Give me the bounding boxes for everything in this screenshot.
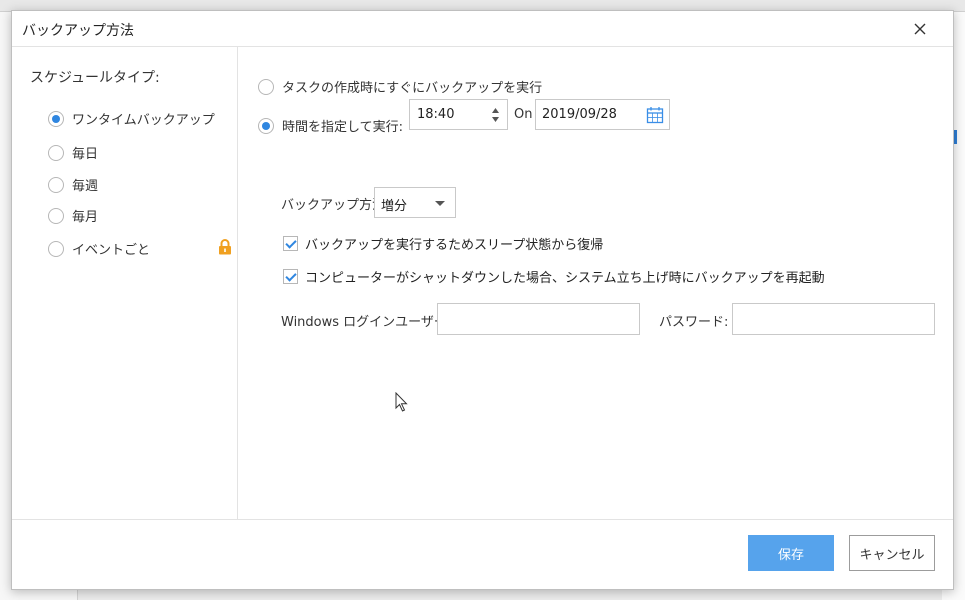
mouse-pointer-icon: [395, 392, 408, 412]
run-immediately-option[interactable]: タスクの作成時にすぐにバックアップを実行: [258, 77, 542, 96]
schedule-option-monthly[interactable]: 毎月: [48, 206, 98, 225]
lock-icon: [219, 239, 231, 255]
dialog-titlebar: バックアップ方法: [12, 11, 953, 47]
run-immediately-label: タスクの作成時にすぐにバックアップを実行: [282, 81, 543, 96]
spinner-arrows-icon[interactable]: [491, 107, 500, 123]
password-input[interactable]: [732, 303, 935, 335]
password-label: パスワード:: [659, 315, 729, 330]
schedule-option-label: 毎日: [72, 147, 99, 162]
schedule-type-label: スケジュールタイプ:: [30, 70, 160, 86]
radio-monthly[interactable]: [48, 207, 64, 224]
save-button[interactable]: 保存: [748, 535, 834, 571]
windows-login-input[interactable]: [437, 303, 640, 335]
wake-from-sleep-checkbox[interactable]: [283, 236, 298, 251]
radio-onetime[interactable]: [48, 110, 64, 127]
run-scheduled-label: 時間を指定して実行:: [282, 120, 403, 135]
schedule-type-panel: スケジュールタイプ: ワンタイムバックアップ 毎日 毎週 毎月 イベントごと: [12, 47, 238, 519]
on-label: On: [514, 107, 533, 122]
backup-method-value: 増分: [381, 199, 408, 214]
schedule-option-event[interactable]: イベントごと: [48, 239, 150, 258]
radio-weekly[interactable]: [48, 176, 64, 193]
schedule-option-label: 毎週: [72, 179, 99, 194]
wake-from-sleep-label: バックアップを実行するためスリープ状態から復帰: [305, 238, 604, 253]
schedule-option-daily[interactable]: 毎日: [48, 143, 98, 162]
run-scheduled-option[interactable]: 時間を指定して実行:: [258, 116, 403, 135]
close-icon: [914, 23, 926, 35]
radio-run-scheduled[interactable]: [258, 117, 274, 134]
cancel-button[interactable]: キャンセル: [849, 535, 935, 571]
restart-on-boot-option[interactable]: コンピューターがシャットダウンした場合、システム立ち上げ時にバックアップを再起動: [283, 267, 825, 286]
background-accent-mark: [954, 130, 957, 144]
restart-on-boot-label: コンピューターがシャットダウンした場合、システム立ち上げ時にバックアップを再起動: [305, 271, 825, 286]
schedule-settings-panel: タスクの作成時にすぐにバックアップを実行 時間を指定して実行: 18:40 On…: [238, 47, 953, 519]
windows-login-label: Windows ログインユーザー:: [281, 315, 452, 330]
schedule-option-label: イベントごと: [72, 243, 151, 258]
dialog-footer: 保存 キャンセル: [12, 519, 953, 589]
schedule-option-weekly[interactable]: 毎週: [48, 175, 98, 194]
backup-method-label: バックアップ方法: [281, 198, 386, 213]
time-value: 18:40: [417, 107, 455, 122]
schedule-option-label: ワンタイムバックアップ: [72, 113, 215, 128]
calendar-icon[interactable]: [646, 106, 664, 124]
close-button[interactable]: [907, 16, 933, 42]
date-value: 2019/09/28: [542, 107, 617, 122]
restart-on-boot-checkbox[interactable]: [283, 269, 298, 284]
wake-from-sleep-option[interactable]: バックアップを実行するためスリープ状態から復帰: [283, 234, 603, 253]
schedule-option-label: 毎月: [72, 210, 99, 225]
radio-event[interactable]: [48, 240, 64, 257]
schedule-option-onetime[interactable]: ワンタイムバックアップ: [48, 109, 215, 128]
radio-daily[interactable]: [48, 144, 64, 161]
time-spinner[interactable]: 18:40: [409, 99, 508, 130]
backup-method-dialog: バックアップ方法 スケジュールタイプ: ワンタイムバックアップ 毎日 毎週 毎月…: [11, 10, 954, 590]
chevron-down-icon: [435, 201, 445, 206]
radio-run-immediately[interactable]: [258, 78, 274, 95]
dialog-title: バックアップ方法: [22, 23, 134, 39]
backup-method-select[interactable]: 増分: [374, 187, 456, 218]
date-picker[interactable]: 2019/09/28: [535, 99, 670, 130]
